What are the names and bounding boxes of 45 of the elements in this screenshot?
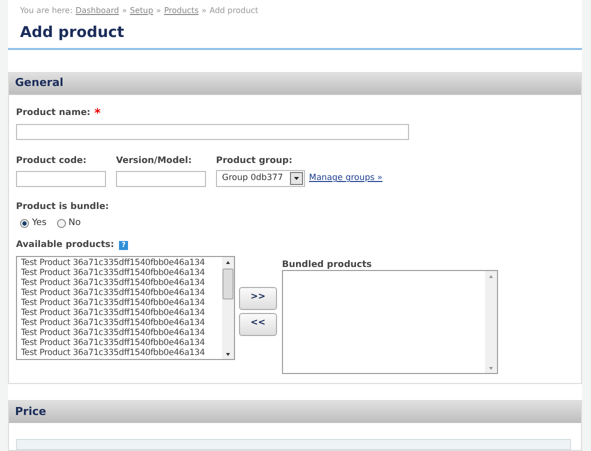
- breadcrumb-separator: »: [156, 5, 162, 17]
- breadcrumb-link[interactable]: Dashboard: [76, 5, 119, 17]
- list-item[interactable]: Test Product 36a71c335dff1540fbb0e46a134: [21, 318, 222, 328]
- product-group-select[interactable]: Group 0db377: [216, 170, 305, 187]
- field-label: Product name:: [16, 107, 90, 120]
- scrollbar[interactable]: [222, 256, 234, 358]
- version-model-field[interactable]: [116, 171, 206, 187]
- page-title: Add product: [20, 22, 124, 42]
- breadcrumb-link[interactable]: Setup: [130, 5, 154, 17]
- list-item[interactable]: Test Product 36a71c335dff1540fbb0e46a134: [21, 268, 222, 278]
- manage-groups-link[interactable]: Manage groups »: [309, 172, 382, 185]
- radio-label[interactable]: Yes: [32, 216, 47, 230]
- field-label: Product group:: [216, 154, 294, 168]
- move-button[interactable]: <<: [239, 312, 277, 336]
- list-item[interactable]: Test Product 36a71c335dff1540fbb0e46a134: [21, 338, 222, 348]
- list-item[interactable]: Test Product 36a71c335dff1540fbb0e46a134: [21, 278, 222, 288]
- radio-button[interactable]: [20, 218, 29, 228]
- list-item[interactable]: Test Product 36a71c335dff1540fbb0e46a134: [21, 258, 222, 268]
- field-label: Bundled products: [282, 260, 373, 270]
- product-name-field[interactable]: [16, 124, 409, 140]
- bundled-products-list[interactable]: [282, 270, 498, 374]
- breadcrumb-current: Add product: [210, 5, 258, 17]
- required-mark: *: [94, 109, 101, 118]
- section-title: Price: [15, 404, 46, 420]
- list-item[interactable]: Test Product 36a71c335dff1540fbb0e46a134: [21, 308, 222, 318]
- field-label: Product code:: [16, 154, 88, 168]
- breadcrumb-separator: »: [202, 5, 207, 17]
- scrollbar[interactable]: [485, 270, 497, 372]
- list-item[interactable]: Test Product 36a71c335dff1540fbb0e46a134: [21, 328, 222, 338]
- list-item[interactable]: Test Product 36a71c335dff1540fbb0e46a134: [21, 288, 222, 298]
- radio-button[interactable]: [56, 218, 66, 228]
- breadcrumb-separator: »: [122, 5, 127, 17]
- product-code-field[interactable]: [16, 171, 106, 187]
- available-products-list[interactable]: [16, 256, 235, 360]
- field-label: Available products:: [16, 239, 114, 252]
- breadcrumb-link[interactable]: Products: [164, 5, 199, 17]
- dropdown-icon: [290, 172, 303, 185]
- breadcrumb-label: You are here:: [20, 5, 73, 17]
- list-item[interactable]: Test Product 36a71c335dff1540fbb0e46a134: [21, 298, 222, 308]
- list-item[interactable]: Test Product 36a71c335dff1540fbb0e46a134: [21, 348, 222, 358]
- section-title: General: [15, 75, 64, 92]
- move-button[interactable]: >>: [239, 286, 277, 310]
- radio-label[interactable]: No: [68, 216, 81, 230]
- field-label: Product is bundle:: [16, 201, 110, 214]
- field-label: Version/Model:: [116, 154, 193, 168]
